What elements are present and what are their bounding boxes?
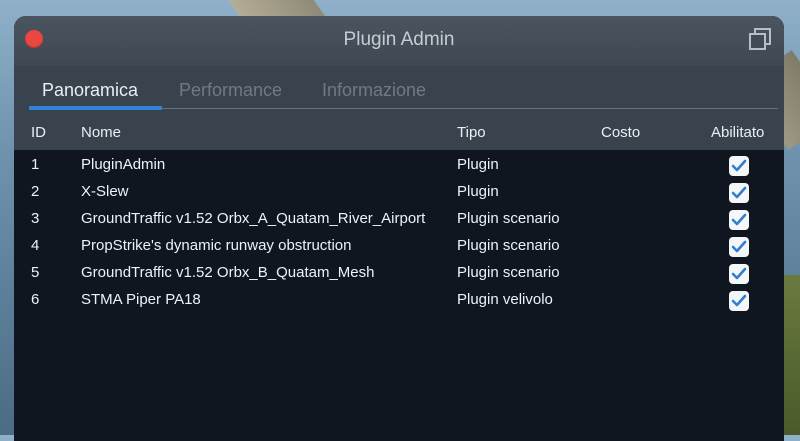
plugin-admin-window: Plugin Admin Panoramica Performance Info… bbox=[14, 16, 784, 441]
row-type: Plugin bbox=[457, 183, 499, 200]
enabled-checkbox[interactable] bbox=[729, 210, 749, 230]
table-row[interactable]: 1 PluginAdmin Plugin bbox=[14, 152, 784, 179]
row-type: Plugin scenario bbox=[457, 210, 560, 227]
active-tab-indicator bbox=[29, 106, 162, 110]
table-header: ID Nome Tipo Costo Abilitato bbox=[14, 112, 784, 150]
row-name: STMA Piper PA18 bbox=[81, 291, 201, 308]
tab-informazione[interactable]: Informazione bbox=[322, 80, 426, 101]
table-row[interactable]: 3 GroundTraffic v1.52 Orbx_A_Quatam_Rive… bbox=[14, 206, 784, 233]
column-header-cost[interactable]: Costo bbox=[601, 124, 640, 141]
enabled-checkbox[interactable] bbox=[729, 264, 749, 284]
row-id: 3 bbox=[31, 210, 40, 227]
enabled-checkbox[interactable] bbox=[729, 237, 749, 257]
enabled-checkbox[interactable] bbox=[729, 183, 749, 203]
column-header-enabled[interactable]: Abilitato bbox=[711, 124, 764, 141]
row-id: 6 bbox=[31, 291, 40, 308]
row-name: PluginAdmin bbox=[81, 156, 166, 173]
row-name: X-Slew bbox=[81, 183, 129, 200]
enabled-checkbox[interactable] bbox=[729, 156, 749, 176]
row-id: 1 bbox=[31, 156, 40, 173]
row-id: 2 bbox=[31, 183, 40, 200]
enabled-checkbox[interactable] bbox=[729, 291, 749, 311]
window-title: Plugin Admin bbox=[343, 29, 455, 50]
row-type: Plugin velivolo bbox=[457, 291, 553, 308]
checkmark-icon bbox=[731, 294, 747, 307]
row-id: 4 bbox=[31, 237, 40, 254]
column-header-name[interactable]: Nome bbox=[81, 124, 121, 141]
checkmark-icon bbox=[731, 213, 747, 226]
row-type: Plugin scenario bbox=[457, 264, 560, 281]
row-name: GroundTraffic v1.52 Orbx_B_Quatam_Mesh bbox=[81, 264, 375, 281]
popout-window-icon[interactable] bbox=[748, 27, 772, 51]
column-header-type[interactable]: Tipo bbox=[457, 124, 486, 141]
checkmark-icon bbox=[731, 186, 747, 199]
checkmark-icon bbox=[731, 240, 747, 253]
row-type: Plugin scenario bbox=[457, 237, 560, 254]
tab-bar: Panoramica Performance Informazione bbox=[14, 66, 784, 112]
row-name: GroundTraffic v1.52 Orbx_A_Quatam_River_… bbox=[81, 210, 426, 227]
table-row[interactable]: 6 STMA Piper PA18 Plugin velivolo bbox=[14, 287, 784, 314]
tab-panoramica[interactable]: Panoramica bbox=[42, 80, 138, 101]
plugin-table-body: 1 PluginAdmin Plugin 2 X-Slew Plugin 3 G… bbox=[14, 152, 784, 441]
row-type: Plugin bbox=[457, 156, 499, 173]
row-name: PropStrike's dynamic runway obstruction bbox=[81, 237, 352, 254]
tab-performance[interactable]: Performance bbox=[179, 80, 282, 101]
checkmark-icon bbox=[731, 267, 747, 280]
table-row[interactable]: 5 GroundTraffic v1.52 Orbx_B_Quatam_Mesh… bbox=[14, 260, 784, 287]
table-row[interactable]: 4 PropStrike's dynamic runway obstructio… bbox=[14, 233, 784, 260]
checkmark-icon bbox=[731, 159, 747, 172]
table-row[interactable]: 2 X-Slew Plugin bbox=[14, 179, 784, 206]
title-bar[interactable]: Plugin Admin bbox=[14, 16, 784, 66]
row-id: 5 bbox=[31, 264, 40, 281]
column-header-id[interactable]: ID bbox=[31, 124, 46, 141]
